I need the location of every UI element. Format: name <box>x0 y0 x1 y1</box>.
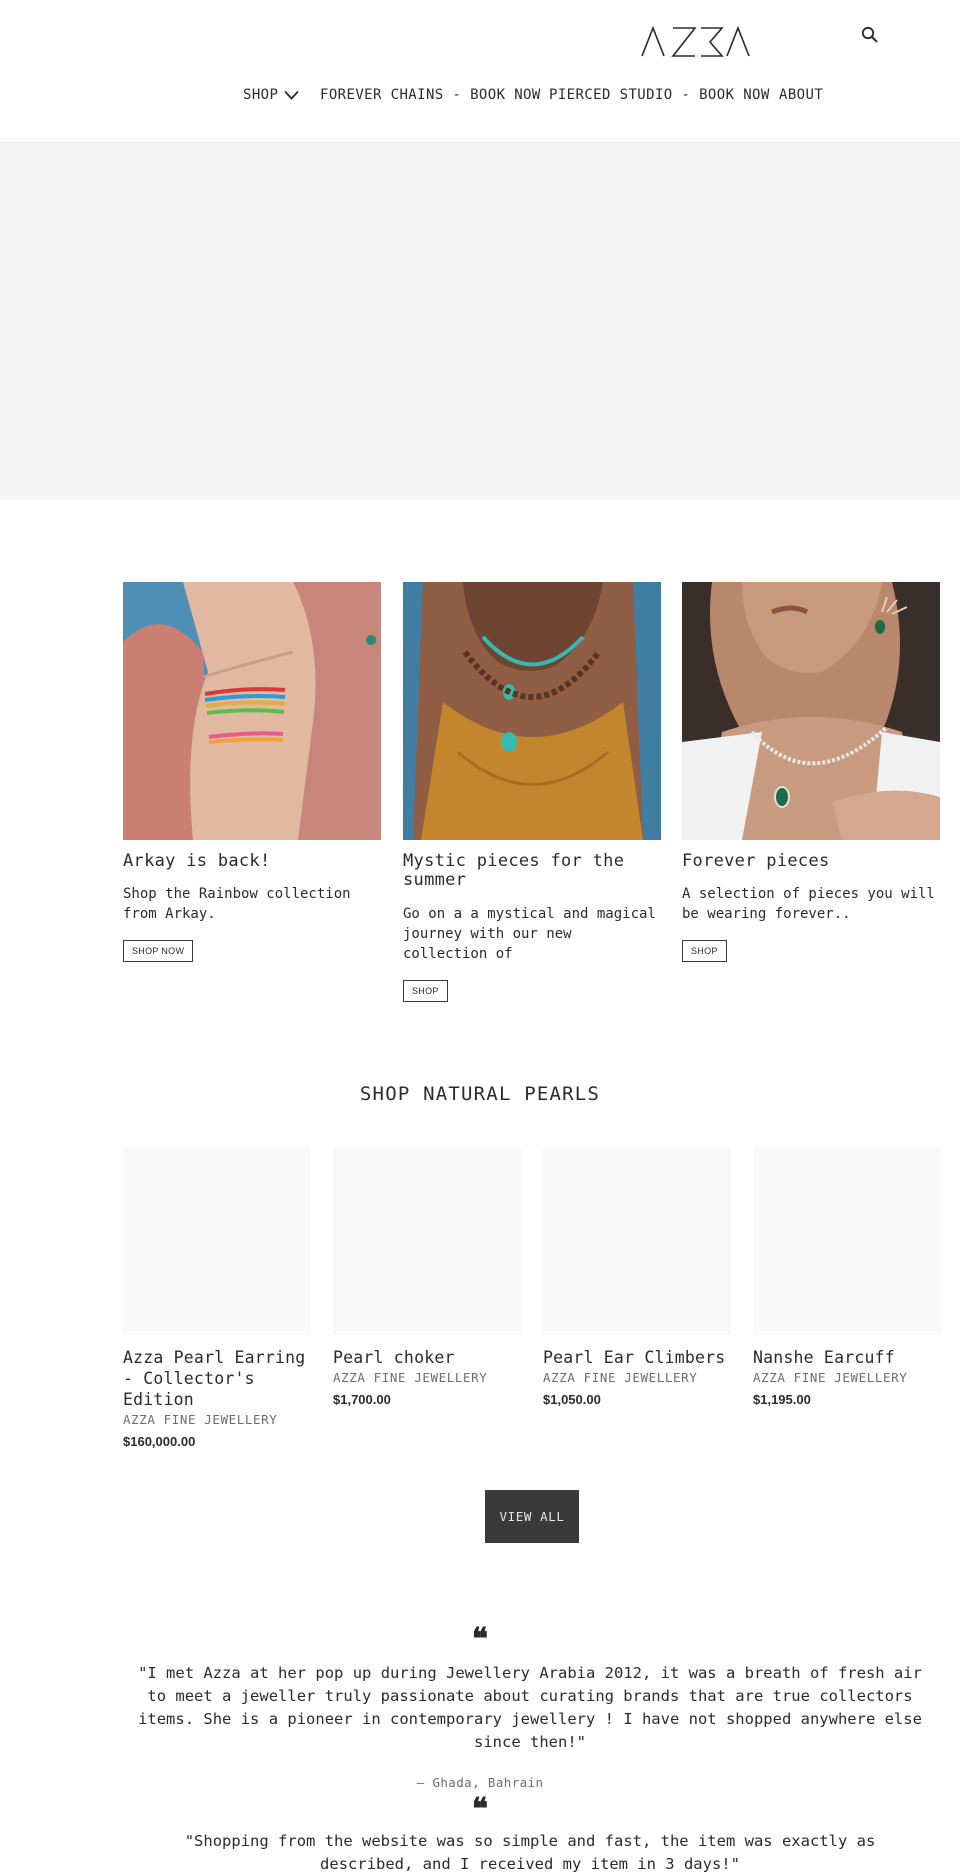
product-card[interactable]: Nanshe Earcuff AZZA FINE JEWELLERY $1,19… <box>753 1147 941 1407</box>
collection-description: Go on a a mystical and magical journey w… <box>403 906 656 962</box>
collection-title: Forever pieces <box>682 851 830 871</box>
product-title[interactable]: Azza Pearl Earring - Collector's Edition <box>123 1347 311 1410</box>
product-image[interactable] <box>123 1147 311 1335</box>
quote-icon: ❝ <box>471 1622 489 1657</box>
hero-banner[interactable] <box>0 143 960 500</box>
collection-card-forever: Forever pieces A selection of pieces you… <box>682 582 940 962</box>
nav-shop[interactable]: SHOP <box>243 84 299 106</box>
main-nav: SHOP FOREVER CHAINS - BOOK NOW PIERCED S… <box>0 84 960 108</box>
product-price: $160,000.00 <box>123 1434 196 1449</box>
product-card[interactable]: Pearl choker AZZA FINE JEWELLERY $1,700.… <box>333 1147 521 1407</box>
collection-image-necklaces[interactable] <box>403 582 661 840</box>
testimonial-text: "I met Azza at her pop up during Jewelle… <box>138 1664 922 1751</box>
view-all-button[interactable]: VIEW ALL <box>485 1490 579 1543</box>
product-title[interactable]: Pearl Ear Climbers <box>543 1347 731 1368</box>
site-header: SHOP FOREVER CHAINS - BOOK NOW PIERCED S… <box>0 0 960 143</box>
testimonial-text: "Shopping from the website was so simple… <box>184 1832 876 1873</box>
nav-forever-chains[interactable]: FOREVER CHAINS - BOOK NOW <box>320 84 541 106</box>
product-vendor: AZZA FINE JEWELLERY <box>753 1370 908 1385</box>
product-image[interactable] <box>753 1147 941 1335</box>
nav-pierced-studio[interactable]: PIERCED STUDIO - BOOK NOW <box>549 84 770 106</box>
collection-card-mystic: Mystic pieces for the summer Go on a a m… <box>403 582 661 1002</box>
search-icon[interactable] <box>860 25 880 45</box>
azza-logo[interactable] <box>640 24 750 60</box>
product-image[interactable] <box>543 1147 731 1335</box>
quote-icon: ❝ <box>471 1792 489 1827</box>
section-heading-pearls: SHOP NATURAL PEARLS <box>359 1083 601 1105</box>
collection-image-bracelets[interactable] <box>123 582 381 840</box>
product-title[interactable]: Pearl choker <box>333 1347 521 1368</box>
product-card[interactable]: Azza Pearl Earring - Collector's Edition… <box>123 1147 311 1449</box>
shop-button[interactable]: SHOP <box>682 940 727 962</box>
product-price: $1,700.00 <box>333 1392 391 1407</box>
product-vendor: AZZA FINE JEWELLERY <box>543 1370 698 1385</box>
product-vendor: AZZA FINE JEWELLERY <box>123 1412 278 1427</box>
collection-description: A selection of pieces you will be wearin… <box>682 886 935 922</box>
product-vendor: AZZA FINE JEWELLERY <box>333 1370 488 1385</box>
shop-button[interactable]: SHOP <box>403 980 448 1002</box>
testimonial-author: — Ghada, Bahrain <box>416 1775 544 1790</box>
nav-about[interactable]: ABOUT <box>779 84 823 106</box>
collection-description: Shop the Rainbow collection from Arkay. <box>123 886 351 922</box>
chevron-down-icon <box>284 90 299 100</box>
product-price: $1,195.00 <box>753 1392 811 1407</box>
shop-now-button[interactable]: SHOP NOW <box>123 940 194 962</box>
product-title[interactable]: Nanshe Earcuff <box>753 1347 941 1368</box>
collection-card-arkay: Arkay is back! Shop the Rainbow collecti… <box>123 582 381 962</box>
product-image[interactable] <box>333 1147 521 1335</box>
product-price: $1,050.00 <box>543 1392 601 1407</box>
product-card[interactable]: Pearl Ear Climbers AZZA FINE JEWELLERY $… <box>543 1147 731 1407</box>
collection-image-diamond-necklace[interactable] <box>682 582 940 840</box>
nav-shop-label: SHOP <box>243 87 279 103</box>
collection-title: Arkay is back! <box>123 851 271 871</box>
collection-title: Mystic pieces for the summer <box>403 851 625 890</box>
